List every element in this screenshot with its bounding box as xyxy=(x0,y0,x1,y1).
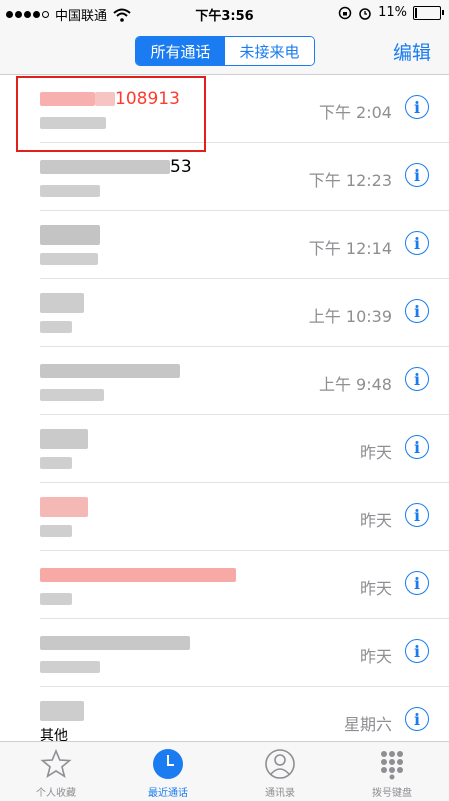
tab-label: 拨号键盘 xyxy=(372,788,412,799)
redacted-subtitle xyxy=(40,253,98,265)
redacted-name xyxy=(40,225,100,245)
call-time: 下午 12:14 xyxy=(308,239,392,258)
call-row[interactable]: 昨天 i xyxy=(0,619,449,687)
redacted-name xyxy=(40,568,236,582)
info-button[interactable]: i xyxy=(405,707,429,731)
redacted-subtitle xyxy=(40,389,104,401)
segment-all-calls[interactable]: 所有通话 xyxy=(136,37,225,65)
info-button[interactable]: i xyxy=(405,163,429,187)
redacted-name xyxy=(40,364,180,378)
call-row[interactable]: 昨天 i xyxy=(0,415,449,483)
redacted-subtitle xyxy=(40,525,72,537)
redacted-name xyxy=(40,429,88,449)
tab-keypad[interactable]: 拨号键盘 xyxy=(336,742,448,801)
info-button[interactable]: i xyxy=(405,639,429,663)
info-button[interactable]: i xyxy=(405,299,429,323)
redacted-name xyxy=(40,497,88,517)
info-button[interactable]: i xyxy=(405,571,429,595)
call-row[interactable]: 上午 10:39 i xyxy=(0,279,449,347)
star-icon xyxy=(40,748,72,779)
battery-icon xyxy=(413,5,444,20)
tab-recents[interactable]: 最近通话 xyxy=(112,742,224,801)
nav-bar: 所有通话 未接来电 编辑 xyxy=(0,26,449,75)
tab-label: 通讯录 xyxy=(265,788,295,799)
redacted-subtitle xyxy=(40,661,100,673)
battery-percent: 11% xyxy=(378,5,407,20)
tab-contacts[interactable]: 通讯录 xyxy=(224,742,336,801)
call-filter-segmented-control: 所有通话 未接来电 xyxy=(135,36,315,66)
keypad-icon xyxy=(381,751,403,780)
call-time: 下午 2:04 xyxy=(318,103,392,122)
info-button[interactable]: i xyxy=(405,503,429,527)
call-time: 上午 10:39 xyxy=(308,307,392,326)
clock-icon xyxy=(153,749,183,779)
call-name: 53 xyxy=(170,157,192,177)
call-time: 昨天 xyxy=(359,511,392,530)
call-time: 星期六 xyxy=(343,715,392,734)
tab-label: 个人收藏 xyxy=(36,788,76,799)
orientation-lock-icon xyxy=(338,6,352,19)
segment-missed-calls[interactable]: 未接来电 xyxy=(225,37,314,65)
status-bar: 中国联通 下午3:56 11% xyxy=(0,0,449,26)
info-button[interactable]: i xyxy=(405,95,429,119)
edit-button[interactable]: 编辑 xyxy=(393,38,431,65)
call-row[interactable]: 53 下午 12:23 i xyxy=(0,143,449,211)
tab-favorites[interactable]: 个人收藏 xyxy=(0,742,112,801)
redacted-subtitle xyxy=(40,457,72,469)
call-row[interactable]: 上午 9:48 i xyxy=(0,347,449,415)
call-row[interactable]: 昨天 i xyxy=(0,483,449,551)
call-time: 下午 12:23 xyxy=(308,171,392,190)
redacted-subtitle xyxy=(40,593,72,605)
redacted-name xyxy=(40,636,190,650)
redacted-name xyxy=(40,293,84,313)
call-time: 上午 9:48 xyxy=(318,375,392,394)
call-row[interactable]: 下午 12:14 i xyxy=(0,211,449,279)
call-time: 昨天 xyxy=(359,647,392,666)
tab-bar: 个人收藏 最近通话 通讯录 拨号键盘 xyxy=(0,741,449,801)
tab-label: 最近通话 xyxy=(148,788,188,799)
redacted-subtitle xyxy=(40,185,100,197)
call-row[interactable]: 昨天 i xyxy=(0,551,449,619)
info-button[interactable]: i xyxy=(405,367,429,391)
alarm-icon xyxy=(359,7,371,20)
redacted-subtitle xyxy=(40,321,72,333)
recent-calls-list: 108913 下午 2:04 i 53 下午 12:23 i 下午 12:14 … xyxy=(0,75,449,755)
call-time: 昨天 xyxy=(359,443,392,462)
redacted-name xyxy=(40,701,84,721)
highlight-box xyxy=(16,76,206,152)
call-time: 昨天 xyxy=(359,579,392,598)
info-button[interactable]: i xyxy=(405,435,429,459)
redacted-name xyxy=(40,160,170,174)
info-button[interactable]: i xyxy=(405,231,429,255)
contacts-icon xyxy=(265,749,295,779)
